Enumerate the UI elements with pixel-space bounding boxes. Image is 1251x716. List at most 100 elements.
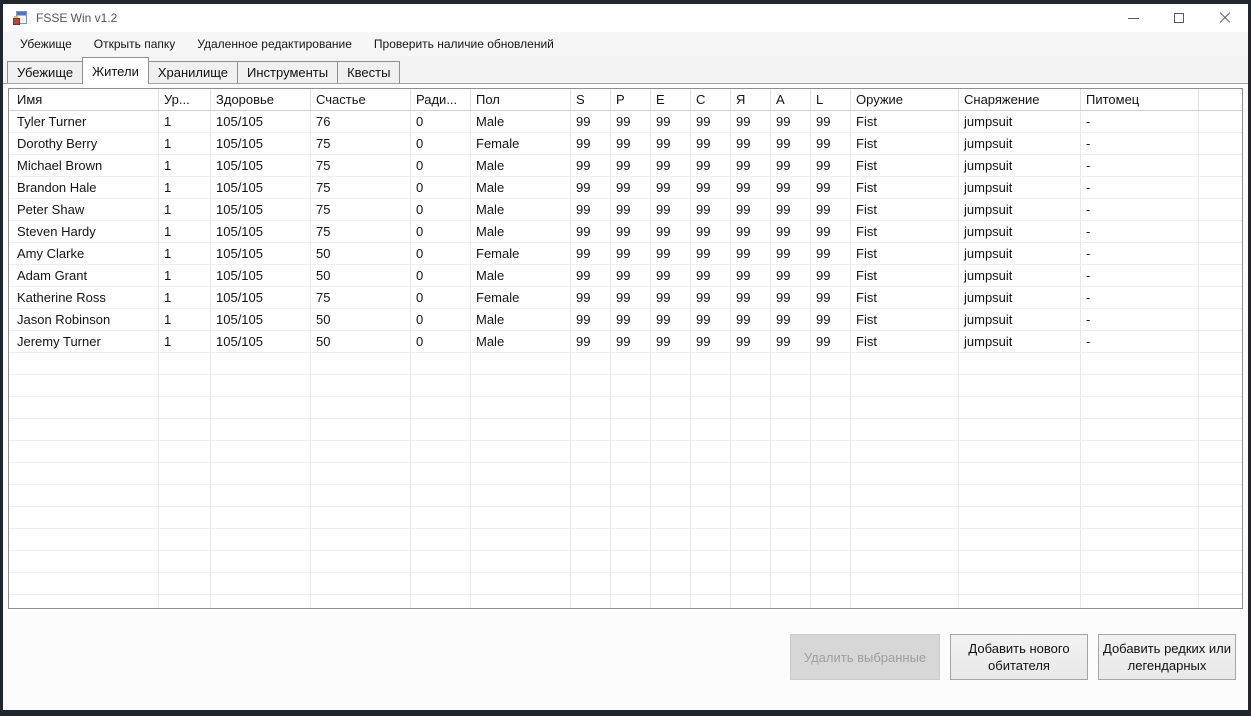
cell-health <box>211 595 311 608</box>
add-rare-legendary-button[interactable]: Добавить редких или легендарных <box>1098 634 1236 680</box>
table-row[interactable]: Brandon Hale 1 105/105 75 0 Male 99 99 99 99 99 99 9… <box>9 177 1242 199</box>
cell-c <box>691 353 731 374</box>
cell-weapon: Fist <box>851 265 959 286</box>
cell-e <box>651 529 691 550</box>
tab-dwellers[interactable]: Жители <box>82 57 149 84</box>
column-header-level[interactable]: Ур... <box>159 89 211 110</box>
add-dweller-button[interactable]: Добавить нового обитателя <box>950 634 1088 680</box>
column-header-pet[interactable]: Питомец <box>1081 89 1199 110</box>
cell-i: 99 <box>731 111 771 132</box>
menu-item-open-folder[interactable]: Открыть папку <box>83 33 187 55</box>
cell-a <box>771 375 811 396</box>
close-button[interactable] <box>1202 4 1248 32</box>
cell-gender: Female <box>471 133 571 154</box>
cell-name: Tyler Turner <box>9 111 159 132</box>
table-row[interactable]: Adam Grant 1 105/105 50 0 Male 99 99 99 99 99 99 99 F… <box>9 265 1242 287</box>
cell-gender <box>471 419 571 440</box>
cell-name <box>9 463 159 484</box>
column-header-radiation[interactable]: Ради... <box>411 89 471 110</box>
cell-gender: Male <box>471 221 571 242</box>
cell-c <box>691 507 731 528</box>
column-header-gender[interactable]: Пол <box>471 89 571 110</box>
table-row[interactable]: Tyler Turner 1 105/105 76 0 Male 99 99 99 99 99 99 9… <box>9 111 1242 133</box>
cell-pet <box>1081 507 1199 528</box>
cell-s: 99 <box>571 133 611 154</box>
cell-happiness <box>311 353 411 374</box>
column-header-i[interactable]: Я <box>731 89 771 110</box>
cell-c <box>691 595 731 608</box>
cell-p <box>611 529 651 550</box>
cell-health <box>211 485 311 506</box>
empty-row <box>9 507 1242 529</box>
column-header-outfit[interactable]: Снаряжение <box>959 89 1081 110</box>
menu-item-remote-editing[interactable]: Удаленное редактирование <box>186 33 363 55</box>
cell-l: 99 <box>811 331 851 352</box>
tab-quests[interactable]: Квесты <box>337 61 401 83</box>
cell-filler <box>1199 529 1242 550</box>
tab-storage[interactable]: Хранилище <box>147 61 239 83</box>
cell-gender <box>471 573 571 594</box>
column-header-p[interactable]: P <box>611 89 651 110</box>
maximize-button[interactable] <box>1156 4 1202 32</box>
cell-l <box>811 375 851 396</box>
minimize-button[interactable] <box>1110 4 1156 32</box>
cell-s <box>571 573 611 594</box>
cell-l: 99 <box>811 287 851 308</box>
cell-health <box>211 529 311 550</box>
table-row[interactable]: Jeremy Turner 1 105/105 50 0 Male 99 99 99 99 99 99… <box>9 331 1242 353</box>
column-header-name[interactable]: Имя <box>9 89 159 110</box>
column-header-s[interactable]: S <box>571 89 611 110</box>
menu-item-vault[interactable]: Убежище <box>9 33 83 55</box>
table-row[interactable]: Michael Brown 1 105/105 75 0 Male 99 99 99 99 99 99… <box>9 155 1242 177</box>
cell-p: 99 <box>611 133 651 154</box>
cell-outfit <box>959 529 1081 550</box>
menu-item-check-updates[interactable]: Проверить наличие обновлений <box>363 33 565 55</box>
column-header-health[interactable]: Здоровье <box>211 89 311 110</box>
cell-happiness <box>311 507 411 528</box>
cell-outfit: jumpsuit <box>959 331 1081 352</box>
cell-outfit: jumpsuit <box>959 221 1081 242</box>
cell-level <box>159 507 211 528</box>
cell-i <box>731 529 771 550</box>
column-header-happiness[interactable]: Счастье <box>311 89 411 110</box>
cell-filler <box>1199 133 1242 154</box>
cell-weapon <box>851 397 959 418</box>
cell-outfit <box>959 507 1081 528</box>
table-row[interactable]: Amy Clarke 1 105/105 50 0 Female 99 99 99 99 99 99 9… <box>9 243 1242 265</box>
table-row[interactable]: Steven Hardy 1 105/105 75 0 Male 99 99 99 99 99 99 9… <box>9 221 1242 243</box>
cell-radiation: 0 <box>411 177 471 198</box>
cell-filler <box>1199 309 1242 330</box>
column-header-c[interactable]: C <box>691 89 731 110</box>
empty-row <box>9 441 1242 463</box>
cell-pet <box>1081 463 1199 484</box>
cell-e: 99 <box>651 331 691 352</box>
table-row[interactable]: Jason Robinson 1 105/105 50 0 Male 99 99 99 99 99 9… <box>9 309 1242 331</box>
column-header-l[interactable]: L <box>811 89 851 110</box>
cell-e <box>651 397 691 418</box>
cell-c: 99 <box>691 155 731 176</box>
cell-l <box>811 529 851 550</box>
table-row[interactable]: Dorothy Berry 1 105/105 75 0 Female 99 99 99 99 99… <box>9 133 1242 155</box>
cell-c: 99 <box>691 177 731 198</box>
cell-weapon: Fist <box>851 221 959 242</box>
cell-level <box>159 551 211 572</box>
column-header-weapon[interactable]: Оружие <box>851 89 959 110</box>
tab-tools[interactable]: Инструменты <box>237 61 339 83</box>
cell-name: Katherine Ross <box>9 287 159 308</box>
cell-l: 99 <box>811 111 851 132</box>
cell-e <box>651 573 691 594</box>
column-header-a[interactable]: A <box>771 89 811 110</box>
empty-row <box>9 375 1242 397</box>
cell-name <box>9 529 159 550</box>
cell-i: 99 <box>731 309 771 330</box>
tab-vault[interactable]: Убежище <box>7 61 84 83</box>
cell-radiation: 0 <box>411 309 471 330</box>
cell-weapon <box>851 551 959 572</box>
table-row[interactable]: Peter Shaw 1 105/105 75 0 Male 99 99 99 99 99 99 99 F… <box>9 199 1242 221</box>
cell-c: 99 <box>691 265 731 286</box>
column-header-e[interactable]: E <box>651 89 691 110</box>
cell-e: 99 <box>651 199 691 220</box>
cell-happiness: 50 <box>311 243 411 264</box>
table-row[interactable]: Katherine Ross 1 105/105 75 0 Female 99 99 99 99 9… <box>9 287 1242 309</box>
cell-outfit: jumpsuit <box>959 177 1081 198</box>
